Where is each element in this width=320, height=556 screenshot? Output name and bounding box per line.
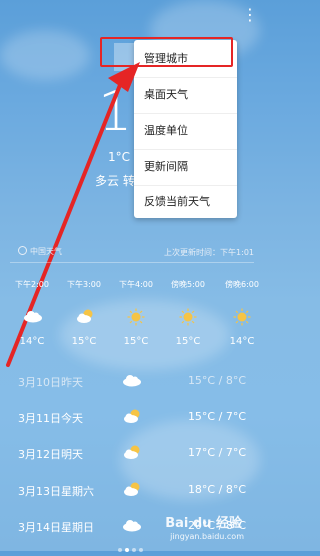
daily-row[interactable]: 3月10日昨天 15°C / 8°C: [0, 368, 264, 396]
day-date: 3月12日明天: [18, 448, 83, 461]
partly-cloudy-icon: [122, 408, 144, 424]
hour-time: 傍晚6:00: [225, 280, 259, 289]
hour-time: 傍晚5:00: [171, 280, 205, 289]
hourly-item: 下午3:00 15°C: [64, 279, 104, 347]
partly-cloudy-icon: [122, 444, 144, 460]
day-temp-range: 15°C / 7°C: [187, 410, 246, 423]
sun-icon: [168, 308, 208, 330]
hour-temp: 15°C: [123, 336, 149, 347]
hour-temp: 14°C: [229, 336, 255, 347]
daily-row[interactable]: 3月11日今天 15°C / 7°C: [0, 404, 264, 432]
hour-temp: 15°C: [71, 336, 97, 347]
hourly-item: 傍晚6:00 14°C: [222, 279, 262, 347]
page-indicator: [118, 537, 146, 556]
day-date: 3月10日昨天: [18, 376, 83, 389]
day-temp-range: 17°C / 7°C: [187, 446, 246, 459]
divider: [10, 262, 254, 263]
hourly-item: 傍晚5:00 15°C: [168, 279, 208, 347]
daily-row[interactable]: 3月13日星期六 18°C / 8°C: [0, 477, 264, 505]
partly-cloudy-icon: [122, 481, 144, 497]
data-source: 中国天气: [18, 246, 62, 257]
page-dot-active: [125, 548, 129, 552]
partly-cloudy-icon: [64, 308, 104, 330]
cloud-icon: [12, 308, 52, 330]
hourly-item: 下午2:00 14°C: [12, 279, 52, 347]
page-dot: [139, 548, 143, 552]
hour-temp: 14°C: [19, 336, 45, 347]
day-date: 3月13日星期六: [18, 485, 94, 498]
hourly-item: 下午4:00 15°C: [116, 279, 156, 347]
hour-time: 下午2:00: [15, 280, 49, 289]
annotation-arrow: [6, 62, 140, 367]
hour-time: 下午4:00: [119, 280, 153, 289]
watermark-logo: Bai du 经验: [165, 516, 242, 531]
daily-row[interactable]: 3月12日明天 17°C / 7°C: [0, 440, 264, 468]
source-label: 中国天气: [30, 247, 62, 256]
day-date: 3月11日今天: [18, 412, 83, 425]
sun-icon: [222, 308, 262, 330]
day-temp-range: 15°C / 8°C: [187, 374, 246, 387]
last-updated: 上次更新时间：下午1:01: [164, 248, 254, 257]
cloud-icon: [122, 517, 144, 533]
hour-time: 下午3:00: [67, 280, 101, 289]
page-dot: [132, 548, 136, 552]
page-dot: [118, 548, 122, 552]
hour-temp: 15°C: [175, 336, 201, 347]
watermark-url: jingyan.baidu.com: [170, 532, 244, 541]
day-date: 3月14日星期日: [18, 521, 94, 534]
day-temp-range: 18°C / 8°C: [187, 483, 246, 496]
source-icon: [18, 246, 27, 255]
sun-icon: [116, 308, 156, 330]
cloud-icon: [122, 372, 144, 388]
